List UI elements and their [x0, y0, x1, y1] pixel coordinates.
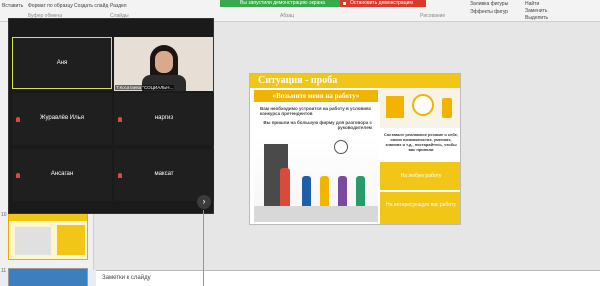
slide-title: Ситуация - проба [250, 74, 460, 88]
group-paragraph: Абзац [280, 13, 295, 19]
notes-pane[interactable]: Заметки к слайду [96, 270, 600, 286]
illus-person [280, 168, 290, 206]
slide-thumbnail-active[interactable] [8, 212, 88, 260]
slide-thumbnail[interactable] [8, 268, 88, 286]
slide-text-2: Вы пришли на большую фирму для разговора… [263, 120, 372, 130]
participant-name: Аня [56, 60, 68, 66]
cursor-line [203, 210, 204, 286]
thumb-title-bar [9, 213, 87, 221]
office-illustration [254, 136, 378, 222]
current-slide[interactable]: Ситуация - проба «Возьмите меня на работ… [249, 73, 461, 225]
alarm-clock-icon [412, 94, 434, 116]
slide-option-any-job: На любую работу [380, 162, 460, 190]
video-face [155, 51, 173, 73]
participant-tile-ilya[interactable]: Журавлёв Илья [12, 93, 112, 145]
slide-instruction-text: Составьте рекламное резюме о себе, своих… [383, 132, 459, 152]
participant-tile-maksat[interactable]: максат [114, 149, 214, 201]
share-status-text: Вы запустили демонстрацию экрана [240, 0, 325, 6]
illus-person [302, 176, 311, 206]
participant-tile-nargiz[interactable]: наргиз [114, 93, 214, 145]
screen-share-bar: Вы запустили демонстрацию экрана Останов… [220, 0, 426, 7]
video-participant-label: Т.Косатаева "СОЦИАЛЬН... [115, 85, 175, 90]
participant-video[interactable]: Т.Косатаева "СОЦИАЛЬН... [114, 37, 213, 91]
shape-fill-button[interactable]: Заливка фигуры [470, 1, 508, 7]
slide-option-interesting-job: На интересующую вас работу [380, 192, 460, 224]
find-button[interactable]: Найти [525, 1, 539, 7]
clock-icon [334, 140, 348, 154]
slide-hire-heading: «Возьмите меня на работу» [254, 90, 378, 102]
section-button[interactable]: Раздел [110, 3, 127, 9]
new-slide-button[interactable]: Создать слайд [74, 3, 108, 9]
replace-button[interactable]: Заменить [525, 8, 547, 14]
illus-person [356, 176, 365, 206]
slide-number: 11 [1, 268, 7, 274]
participant-name: Журавлёв Илья [39, 115, 84, 121]
slide-right-illustration [380, 88, 460, 128]
calendar-icon [386, 96, 404, 118]
slide-left-block: «Возьмите меня на работу» Вам необходимо… [254, 90, 378, 136]
illus-person [320, 176, 329, 206]
group-drawing: Рисование [420, 13, 446, 19]
format-painter-button[interactable]: Формат по образцу [28, 3, 73, 9]
paste-button[interactable]: Вставить [2, 3, 23, 9]
slide-right-block: Составьте рекламное резюме о себе, своих… [380, 88, 460, 224]
zoom-gallery-window: Аня Т.Косатаева "СОЦИАЛЬН... Журавлёв Ил… [8, 18, 214, 214]
participant-name: максат [154, 171, 174, 177]
shape-effects-button[interactable]: Эффекты фигур [470, 9, 508, 15]
participant-tile-anya[interactable]: Аня [12, 37, 112, 89]
thumb-illustration [15, 227, 51, 255]
participant-tile-ansagan[interactable]: Ансаган [12, 149, 112, 201]
notes-placeholder: Заметки к слайду [102, 275, 151, 281]
participant-name: наргиз [154, 115, 174, 121]
participant-name: Ансаган [50, 171, 74, 177]
slide-number: 10 [1, 212, 7, 218]
thumb-yellow-box [57, 225, 85, 255]
select-button[interactable]: Выделить [525, 15, 548, 21]
illus-person [338, 176, 347, 206]
illus-floor [254, 206, 378, 222]
phone-icon [442, 98, 452, 118]
next-page-button[interactable]: › [197, 195, 211, 209]
slide-text-1: Вам необходимо устроится на работу в усл… [260, 106, 372, 116]
stop-share-button[interactable]: Остановить демонстрацию [340, 0, 426, 7]
